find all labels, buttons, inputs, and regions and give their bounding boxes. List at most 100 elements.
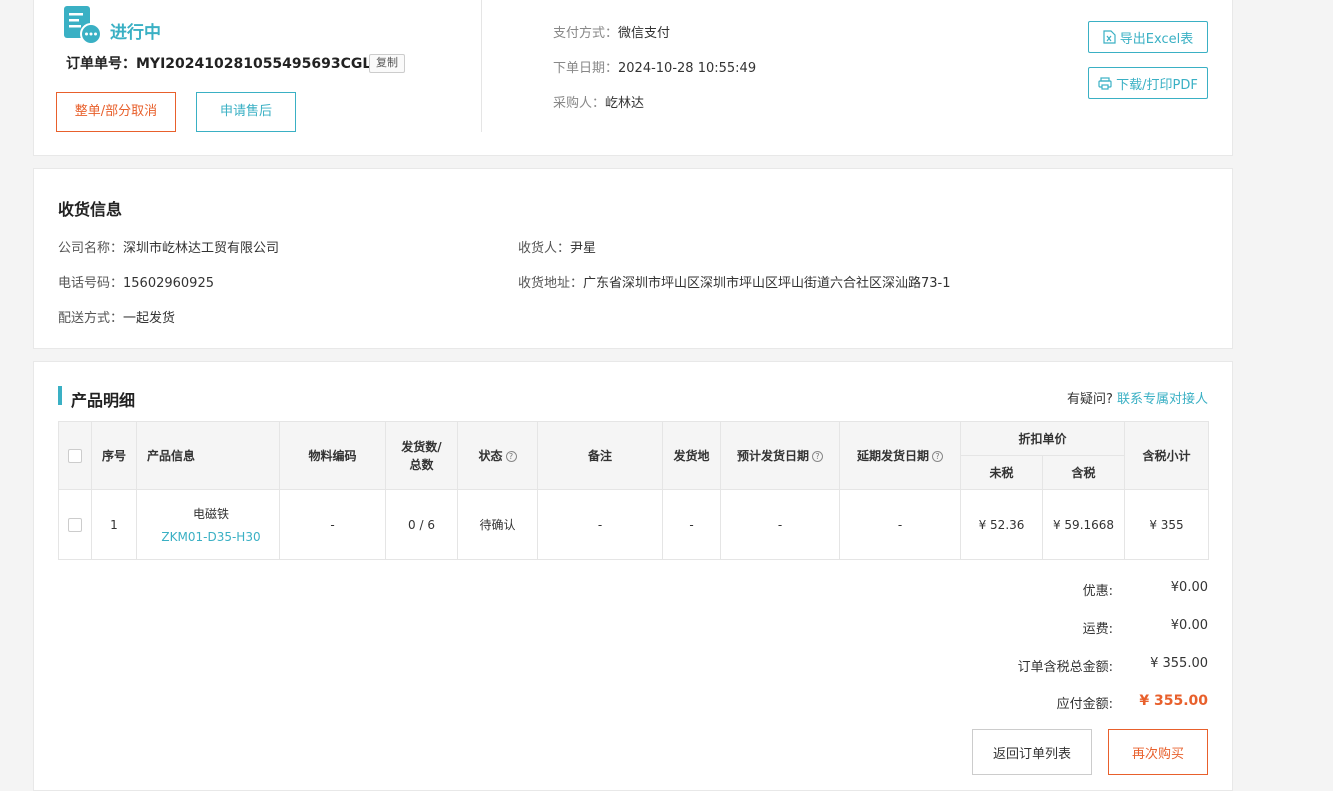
order-date-label: 下单日期： bbox=[553, 61, 619, 76]
row-pre-tax: ¥ 52.36 bbox=[960, 489, 1043, 560]
order-doc-icon bbox=[64, 6, 102, 44]
buyer-label: 采购人： bbox=[553, 96, 606, 111]
header-subtotal: 含税小计 bbox=[1124, 421, 1210, 490]
pay-method-value: 微信支付 bbox=[618, 26, 671, 41]
address-row: 收货地址：广东省深圳市坪山区深圳市坪山区坪山街道六合社区深汕路73-1 bbox=[518, 272, 951, 291]
total-label: 订单含税总金额: bbox=[1017, 660, 1113, 675]
back-to-order-list-button[interactable]: 返回订单列表 bbox=[972, 729, 1092, 775]
total-value: ¥ 355.00 bbox=[1150, 656, 1208, 671]
table-row: 1 电磁铁 ZKM01-D35-H30 - 0 / 6 待确认 - - - - … bbox=[58, 489, 1210, 560]
header-material-code: 物料编码 bbox=[279, 421, 386, 490]
row-tax: ¥ 59.1668 bbox=[1041, 489, 1126, 560]
row-status: 待确认 bbox=[457, 489, 538, 560]
receiver-label: 收货人： bbox=[518, 241, 571, 256]
cancel-order-button[interactable]: 整单/部分取消 bbox=[56, 92, 176, 132]
row-subtotal: ¥ 355 bbox=[1124, 489, 1210, 560]
row-ship-from: - bbox=[662, 489, 721, 560]
row-checkbox[interactable] bbox=[68, 517, 82, 532]
contact-link[interactable]: 联系专属对接人 bbox=[1117, 392, 1208, 407]
row-select-cell bbox=[58, 489, 92, 560]
delivery-row: 配送方式：一起发货 bbox=[58, 307, 175, 326]
help-text: 有疑问? bbox=[1066, 392, 1113, 407]
printer-icon bbox=[1098, 76, 1112, 90]
freight-row: 运费: ¥0.00 bbox=[993, 618, 1208, 637]
company-value: 深圳市屹林达工贸有限公司 bbox=[123, 241, 280, 256]
header-pre-tax: 未税 bbox=[960, 455, 1043, 490]
order-number-row: 订单单号：MYI202410281055495693CGLJ bbox=[66, 53, 377, 73]
address-label: 收货地址： bbox=[518, 276, 584, 291]
excel-file-icon bbox=[1103, 30, 1116, 44]
row-remark: - bbox=[537, 489, 663, 560]
product-detail-card: 产品明细 有疑问? 联系专属对接人 序号 产品信息 物料编码 发货数/总数 状态… bbox=[33, 361, 1233, 791]
row-index: 1 bbox=[91, 489, 137, 560]
payable-row: 应付金额: ¥ 355.00 bbox=[993, 693, 1208, 712]
phone-row: 电话号码：15602960925 bbox=[58, 272, 214, 291]
receiver-value: 尹星 bbox=[570, 241, 597, 256]
header-est-date: 预计发货日期? bbox=[720, 421, 840, 490]
header-delay-date-label: 延期发货日期 bbox=[856, 449, 929, 463]
shipping-info-card: 收货信息 公司名称：深圳市屹林达工贸有限公司 电话号码：15602960925 … bbox=[33, 168, 1233, 349]
product-table: 序号 产品信息 物料编码 发货数/总数 状态? 备注 发货地 预计发货日期? 延… bbox=[58, 421, 1210, 560]
export-excel-button[interactable]: 导出Excel表 bbox=[1088, 21, 1208, 53]
select-all-cell bbox=[58, 421, 92, 490]
payable-label: 应付金额: bbox=[1056, 697, 1113, 712]
row-delay-date: - bbox=[839, 489, 961, 560]
question-icon[interactable]: ? bbox=[932, 451, 943, 462]
header-status: 状态? bbox=[457, 421, 538, 490]
phone-label: 电话号码： bbox=[58, 276, 124, 291]
buyer-row: 采购人：屹林达 bbox=[553, 92, 644, 111]
discount-row: 优惠: ¥0.00 bbox=[993, 580, 1208, 599]
row-product-info: 电磁铁 ZKM01-D35-H30 bbox=[136, 489, 280, 560]
delivery-value: 一起发货 bbox=[123, 311, 176, 326]
pay-method-row: 支付方式：微信支付 bbox=[553, 22, 670, 41]
product-title: 产品明细 bbox=[71, 391, 136, 410]
header-ship-from: 发货地 bbox=[662, 421, 721, 490]
copy-order-number-button[interactable]: 复制 bbox=[369, 54, 405, 73]
product-name: 电磁铁 bbox=[192, 507, 229, 521]
buyer-value: 屹林达 bbox=[605, 96, 645, 111]
freight-value: ¥0.00 bbox=[1170, 618, 1208, 633]
header-info: 产品信息 bbox=[136, 421, 280, 490]
row-ship-count: 0 / 6 bbox=[385, 489, 458, 560]
apply-after-sale-button[interactable]: 申请售后 bbox=[196, 92, 296, 132]
header-discount-price: 折扣单价 bbox=[959, 421, 1126, 456]
pay-method-label: 支付方式： bbox=[553, 26, 619, 41]
order-date-value: 2024-10-28 10:55:49 bbox=[618, 61, 757, 76]
header-est-date-label: 预计发货日期 bbox=[736, 449, 809, 463]
download-pdf-label: 下载/打印PDF bbox=[1116, 77, 1198, 93]
receiver-row: 收货人：尹星 bbox=[518, 237, 596, 256]
select-all-checkbox[interactable] bbox=[68, 448, 82, 463]
header-divider bbox=[481, 0, 482, 132]
delivery-label: 配送方式： bbox=[58, 311, 124, 326]
product-code-link[interactable]: ZKM01-D35-H30 bbox=[147, 530, 275, 544]
header-ship-count-label: 发货数/总数 bbox=[401, 439, 442, 472]
payable-value: ¥ 355.00 bbox=[1139, 693, 1208, 709]
shipping-title: 收货信息 bbox=[58, 200, 123, 219]
question-icon[interactable]: ? bbox=[505, 451, 517, 462]
order-number-label: 订单单号： bbox=[66, 56, 136, 72]
question-icon[interactable]: ? bbox=[812, 451, 823, 462]
download-pdf-button[interactable]: 下载/打印PDF bbox=[1088, 67, 1208, 99]
row-est-date: - bbox=[720, 489, 840, 560]
company-row: 公司名称：深圳市屹林达工贸有限公司 bbox=[58, 237, 279, 256]
total-row: 订单含税总金额: ¥ 355.00 bbox=[993, 656, 1208, 675]
row-material-code: - bbox=[279, 489, 386, 560]
title-accent-bar bbox=[58, 386, 62, 405]
order-header-card: 进行中 订单单号：MYI202410281055495693CGLJ 复制 整单… bbox=[33, 0, 1233, 156]
header-index: 序号 bbox=[91, 421, 137, 490]
header-remark: 备注 bbox=[537, 421, 663, 490]
header-status-label: 状态 bbox=[478, 449, 503, 463]
help-row: 有疑问? 联系专属对接人 bbox=[1067, 388, 1208, 407]
order-number: MYI202410281055495693CGLJ bbox=[136, 56, 377, 72]
header-tax: 含税 bbox=[1041, 455, 1126, 490]
header-ship-count: 发货数/总数 bbox=[385, 421, 458, 490]
company-label: 公司名称： bbox=[58, 241, 124, 256]
rebuy-button[interactable]: 再次购买 bbox=[1108, 729, 1208, 775]
header-delay-date: 延期发货日期? bbox=[839, 421, 961, 490]
discount-label: 优惠: bbox=[1082, 584, 1113, 599]
order-date-row: 下单日期：2024-10-28 10:55:49 bbox=[553, 57, 756, 76]
freight-label: 运费: bbox=[1082, 622, 1113, 637]
discount-value: ¥0.00 bbox=[1170, 580, 1208, 595]
address-value: 广东省深圳市坪山区深圳市坪山区坪山街道六合社区深汕路73-1 bbox=[583, 276, 951, 291]
phone-value: 15602960925 bbox=[123, 276, 214, 291]
